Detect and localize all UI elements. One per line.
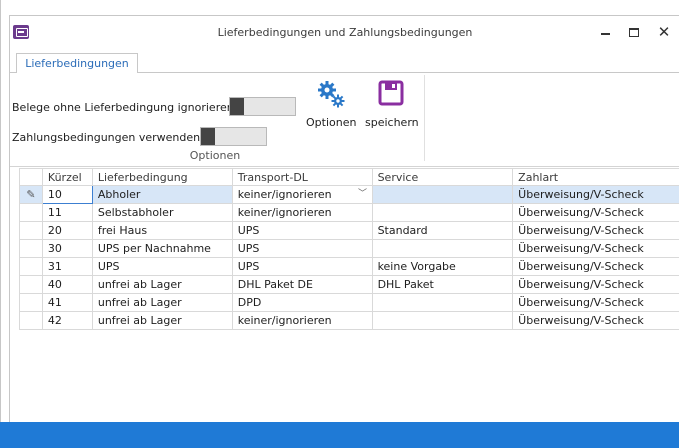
cell-transport-dl[interactable]: DHL Paket DE [231,275,373,294]
maximize-button[interactable] [621,21,647,43]
ribbon-group-caption: Optionen [189,149,241,162]
row-indicator [19,257,43,276]
column-header-service[interactable]: Service [371,168,514,186]
optionen-button[interactable]: Optionen [306,79,356,129]
cell-transport-dl[interactable]: UPS [231,221,373,240]
table-row[interactable]: ✎ 10 Abholer keiner/ignorieren ﹀ Überweis… [19,185,679,204]
row-indicator [19,239,43,258]
table-row[interactable]: 11 Selbstabholer keiner/ignorieren Überw… [19,203,679,222]
grid-table: Kürzel Lieferbedingung Transport-DL Serv… [19,168,679,330]
toggle-knob [230,98,244,115]
cell-transport-dl-editor[interactable]: keiner/ignorieren ﹀ [231,185,373,204]
cell-transport-dl[interactable]: UPS [231,239,373,258]
option-ignore-toggle[interactable] [229,97,296,116]
indicator-header [19,168,43,186]
grid-header-row: Kürzel Lieferbedingung Transport-DL Serv… [19,168,679,186]
toggle-knob [201,128,215,145]
chevron-down-icon[interactable]: ﹀ [356,187,370,202]
cell-kuerzel[interactable]: 30 [41,239,93,258]
option-ignore-label: Belege ohne Lieferbedingung ignorieren [12,101,234,114]
cell-lieferbedingung[interactable]: unfrei ab Lager [91,311,233,330]
cell-zahlart[interactable]: Überweisung/V-Scheck [512,257,679,276]
cell-service[interactable]: keine Vorgabe [371,257,514,276]
cell-service[interactable] [371,203,514,222]
optionen-label: Optionen [306,116,357,129]
cell-lieferbedingung[interactable]: frei Haus [91,221,233,240]
cell-service[interactable] [371,239,514,258]
cell-kuerzel[interactable]: 10 [41,185,93,204]
option-zahlung-label: Zahlungsbedingungen verwenden [12,131,201,144]
ribbon-bottom-line [10,166,679,167]
cell-kuerzel[interactable]: 11 [41,203,93,222]
cell-transport-dl[interactable]: keiner/ignorieren [231,311,373,330]
gears-icon [318,81,345,108]
speichern-label: speichern [365,116,419,129]
cell-lieferbedingung[interactable]: Selbstabholer [91,203,233,222]
column-header-transport-dl[interactable]: Transport-DL [231,168,373,186]
cell-zahlart[interactable]: Überweisung/V-Scheck [512,203,679,222]
cell-transport-dl[interactable]: DPD [231,293,373,312]
tab-lieferbedingungen[interactable]: Lieferbedingungen [16,53,138,73]
row-indicator [19,221,43,240]
row-indicator [19,293,43,312]
transport-dl-value: keiner/ignorieren [237,188,332,201]
cell-service[interactable] [371,293,514,312]
maximize-icon [629,27,639,37]
cell-kuerzel[interactable]: 20 [41,221,93,240]
conditions-grid: Kürzel Lieferbedingung Transport-DL Serv… [19,168,679,439]
cell-service[interactable] [371,185,514,204]
ribbon-group-separator [424,75,425,161]
pencil-icon: ✎ [26,188,36,201]
save-floppy-icon [378,80,404,106]
cell-service[interactable]: DHL Paket [371,275,514,294]
cell-transport-dl[interactable]: UPS [231,257,373,276]
cell-zahlart[interactable]: Überweisung/V-Scheck [512,275,679,294]
row-indicator [19,311,43,330]
dialog-window: Lieferbedingungen und Zahlungsbedingunge… [9,15,679,448]
column-header-kuerzel[interactable]: Kürzel [41,168,93,186]
outer-border [0,0,1,448]
cell-kuerzel[interactable]: 31 [41,257,93,276]
cell-service[interactable]: Standard [371,221,514,240]
cell-lieferbedingung[interactable]: UPS [91,257,233,276]
cell-kuerzel[interactable]: 40 [41,275,93,294]
cell-transport-dl[interactable]: keiner/ignorieren [231,203,373,222]
title-bar[interactable]: Lieferbedingungen und Zahlungsbedingunge… [10,16,679,48]
row-indicator [19,275,43,294]
row-indicator: ✎ [19,185,43,204]
column-header-lieferbedingung[interactable]: Lieferbedingung [91,168,233,186]
cell-kuerzel[interactable]: 42 [41,311,93,330]
minimize-button[interactable] [592,21,618,43]
cell-lieferbedingung[interactable]: unfrei ab Lager [91,293,233,312]
table-row[interactable]: 42 unfrei ab Lager keiner/ignorieren Übe… [19,311,679,330]
cell-zahlart[interactable]: Überweisung/V-Scheck [512,311,679,330]
table-row[interactable]: 40 unfrei ab Lager DHL Paket DE DHL Pake… [19,275,679,294]
option-zahlung-toggle[interactable] [200,127,267,146]
cell-zahlart[interactable]: Überweisung/V-Scheck [512,293,679,312]
column-header-zahlart[interactable]: Zahlart [512,168,679,186]
row-indicator [19,203,43,222]
cell-zahlart[interactable]: Überweisung/V-Scheck [512,185,679,204]
table-row[interactable]: 20 frei Haus UPS Standard Überweisung/V-… [19,221,679,240]
speichern-button[interactable]: speichern [365,79,419,129]
table-row[interactable]: 31 UPS UPS keine Vorgabe Überweisung/V-S… [19,257,679,276]
table-row[interactable]: 30 UPS per Nachnahme UPS Überweisung/V-S… [19,239,679,258]
table-row[interactable]: 41 unfrei ab Lager DPD Überweisung/V-Sch… [19,293,679,312]
cell-lieferbedingung[interactable]: Abholer [91,185,233,204]
cell-zahlart[interactable]: Überweisung/V-Scheck [512,221,679,240]
status-bar [0,422,679,448]
minimize-icon [600,33,610,35]
ribbon-panel: Belege ohne Lieferbedingung ignorieren Z… [10,73,679,167]
cell-kuerzel[interactable]: 41 [41,293,93,312]
window-title: Lieferbedingungen und Zahlungsbedingunge… [217,26,473,39]
close-button[interactable]: ✕ [651,21,677,43]
cell-lieferbedingung[interactable]: unfrei ab Lager [91,275,233,294]
cell-lieferbedingung[interactable]: UPS per Nachnahme [91,239,233,258]
cell-zahlart[interactable]: Überweisung/V-Scheck [512,239,679,258]
cell-service[interactable] [371,311,514,330]
